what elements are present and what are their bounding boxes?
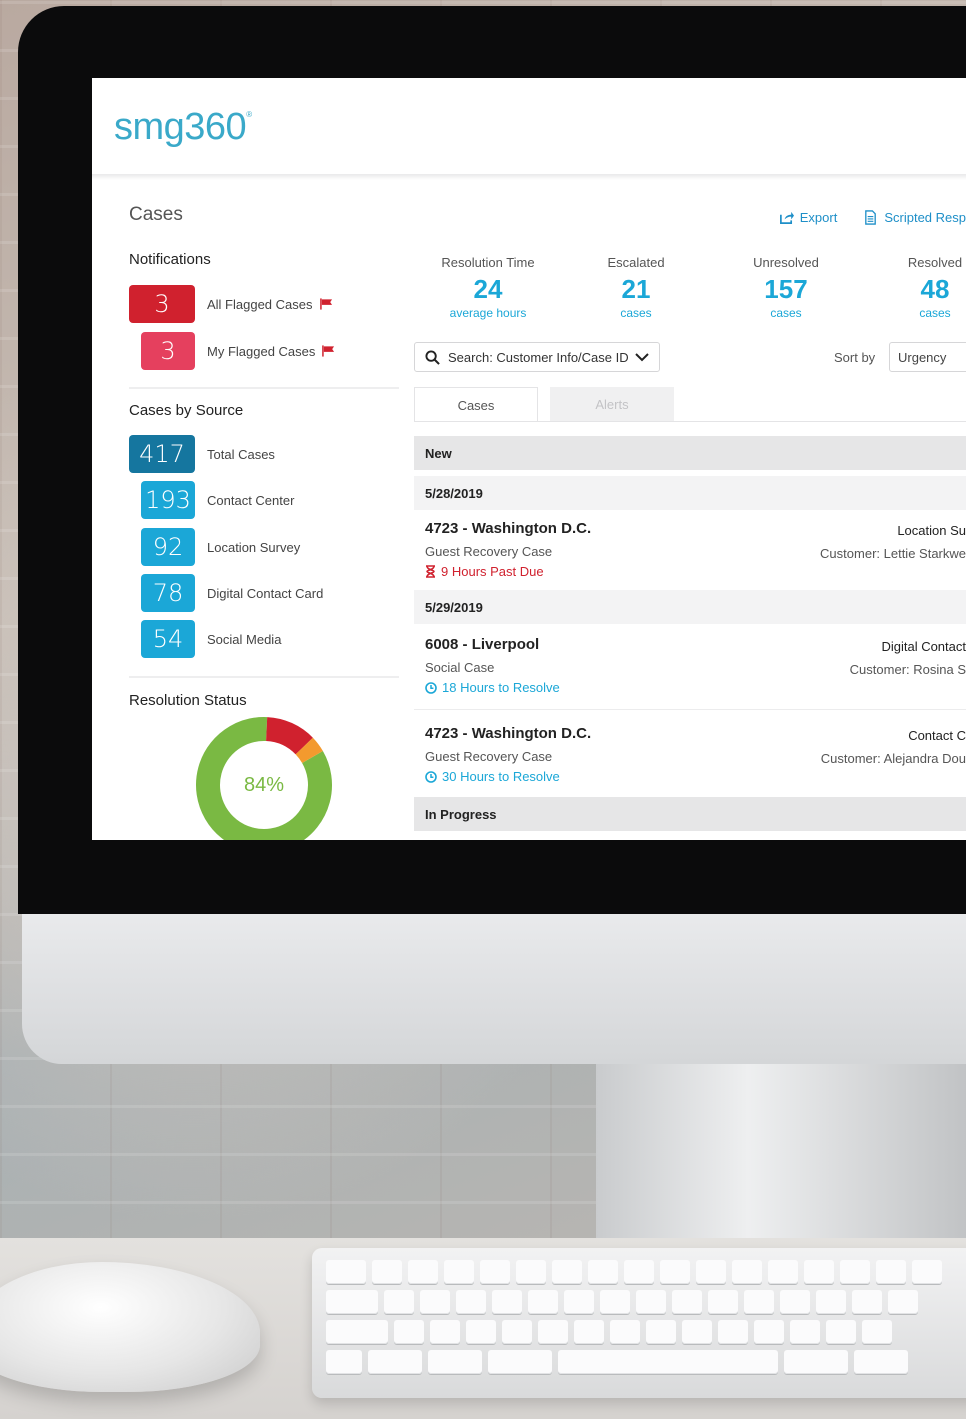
tab-cases[interactable]: Cases <box>414 387 538 422</box>
stat-sub: cases <box>620 306 652 320</box>
export-button[interactable]: Export <box>779 210 838 225</box>
social-media-label: Social Media <box>207 631 282 647</box>
stat-label: Resolved <box>907 255 963 270</box>
contact-center-label: Contact Center <box>207 492 295 508</box>
smg360-logo[interactable]: smg360® <box>114 106 252 149</box>
monitor-chin <box>22 914 966 1064</box>
clock-icon <box>425 681 437 694</box>
flag-icon <box>319 298 332 310</box>
stat-sub: cases <box>770 306 802 320</box>
case-status-text: 18 Hours to Resolve <box>442 680 560 695</box>
cases-by-source-title: Cases by Source <box>129 402 244 419</box>
action-bar: Export Scripted Resp <box>779 210 966 225</box>
stat-value: 48 <box>920 274 950 304</box>
stat-label: Escalated <box>607 255 665 270</box>
date-header: 5/28/2019 <box>414 476 966 510</box>
case-status: 9 Hours Past Due <box>425 564 966 579</box>
case-source: Contact C <box>908 728 966 743</box>
hourglass-icon <box>426 565 435 578</box>
all-flagged-count-badge: 3 <box>129 285 195 323</box>
total-cases-label: Total Cases <box>207 446 275 462</box>
case-source: Digital Contact <box>881 639 966 654</box>
monitor-stand <box>596 1064 966 1264</box>
source-row-location-survey[interactable]: 92 Location Survey <box>141 528 300 566</box>
section-divider <box>129 387 399 389</box>
stat-value: 157 <box>764 274 808 304</box>
donut-center-label: 84% <box>243 773 285 796</box>
digital-contact-card-label: Digital Contact Card <box>207 585 324 601</box>
all-flagged-cases-row[interactable]: 3 All Flagged Cases <box>129 285 333 323</box>
location-survey-badge: 92 <box>141 528 195 566</box>
social-media-badge: 54 <box>141 620 195 658</box>
stat-value: 21 <box>621 274 651 304</box>
stat-label: Unresolved <box>753 255 819 270</box>
case-customer: Customer: Rosina S <box>849 662 966 677</box>
header-divider <box>92 174 966 180</box>
row-separator <box>414 709 966 710</box>
resolution-donut-chart[interactable]: 84% <box>193 714 335 840</box>
my-flagged-label: My Flagged Cases <box>207 343 316 359</box>
document-icon <box>865 210 877 225</box>
location-survey-label: Location Survey <box>207 539 301 555</box>
stat-value: 24 <box>473 274 503 304</box>
clock-icon <box>425 770 437 783</box>
app-screen: smg360® Cases Export Scripted Resp Notif… <box>92 78 966 840</box>
chevron-down-icon[interactable] <box>635 352 649 362</box>
app-header: smg360® <box>92 78 966 174</box>
case-customer: Customer: Alejandra Dou <box>820 751 966 766</box>
case-status-text: 9 Hours Past Due <box>441 564 544 579</box>
total-cases-badge: 417 <box>129 435 195 473</box>
stat-unresolved: Unresolved 157 cases <box>716 255 856 320</box>
section-divider <box>129 676 399 678</box>
sort-select[interactable]: Urgency <box>889 342 966 372</box>
tab-alerts[interactable]: Alerts <box>550 387 674 422</box>
case-source: Location Su <box>897 523 966 538</box>
my-flagged-count-badge: 3 <box>141 332 195 370</box>
export-label: Export <box>799 210 838 225</box>
case-title: 4723 - Washington D.C. <box>425 520 592 537</box>
group-header-new[interactable]: New <box>414 436 966 470</box>
stat-sub: cases <box>919 306 951 320</box>
case-status-text: 30 Hours to Resolve <box>442 769 560 784</box>
case-status: 30 Hours to Resolve <box>425 769 966 784</box>
all-flagged-label: All Flagged Cases <box>207 296 313 312</box>
export-icon <box>779 211 794 224</box>
resolution-status-title: Resolution Status <box>129 692 247 709</box>
source-row-contact-center[interactable]: 193 Contact Center <box>141 481 294 519</box>
case-item[interactable]: 6008 - Liverpool Social Case 18 Hours to… <box>414 636 966 695</box>
stat-label: Resolution Time <box>441 255 535 270</box>
group-header-in-progress[interactable]: In Progress <box>414 797 966 831</box>
case-search-input[interactable]: Search: Customer Info/Case ID <box>414 342 660 372</box>
flag-icon <box>322 345 335 357</box>
sort-by-label: Sort by <box>834 350 876 365</box>
case-item[interactable]: 4723 - Washington D.C. Guest Recovery Ca… <box>414 520 966 579</box>
my-flagged-cases-row[interactable]: 3 My Flagged Cases <box>141 332 335 370</box>
tabs-underline <box>414 421 966 422</box>
page-title: Cases <box>129 204 183 225</box>
source-row-digital-contact-card[interactable]: 78 Digital Contact Card <box>141 574 323 612</box>
case-item[interactable]: 4723 - Washington D.C. Guest Recovery Ca… <box>414 725 966 784</box>
notifications-title: Notifications <box>129 251 211 268</box>
case-title: 4723 - Washington D.C. <box>425 725 592 742</box>
stat-escalated: Escalated 21 cases <box>566 255 706 320</box>
stat-sub: average hours <box>449 306 527 320</box>
source-row-social-media[interactable]: 54 Social Media <box>141 620 281 658</box>
digital-contact-card-badge: 78 <box>141 574 195 612</box>
case-customer: Customer: Lettie Starkwe <box>820 546 966 561</box>
stat-resolution-time: Resolution Time 24 average hours <box>418 255 558 320</box>
logo-text: smg360 <box>114 106 247 148</box>
logo-mark: ® <box>246 110 252 119</box>
stat-resolved: Resolved 48 cases <box>865 255 966 320</box>
keyboard-device <box>312 1248 966 1398</box>
search-placeholder: Search: Customer Info/Case ID <box>448 349 629 365</box>
search-icon <box>425 349 440 365</box>
scripted-responses-button[interactable]: Scripted Resp <box>863 210 966 225</box>
source-row-total[interactable]: 417 Total Cases <box>129 435 275 473</box>
scripted-responses-label: Scripted Resp <box>884 210 966 225</box>
case-status: 18 Hours to Resolve <box>425 680 966 695</box>
date-header: 5/29/2019 <box>414 590 966 624</box>
contact-center-badge: 193 <box>141 481 195 519</box>
